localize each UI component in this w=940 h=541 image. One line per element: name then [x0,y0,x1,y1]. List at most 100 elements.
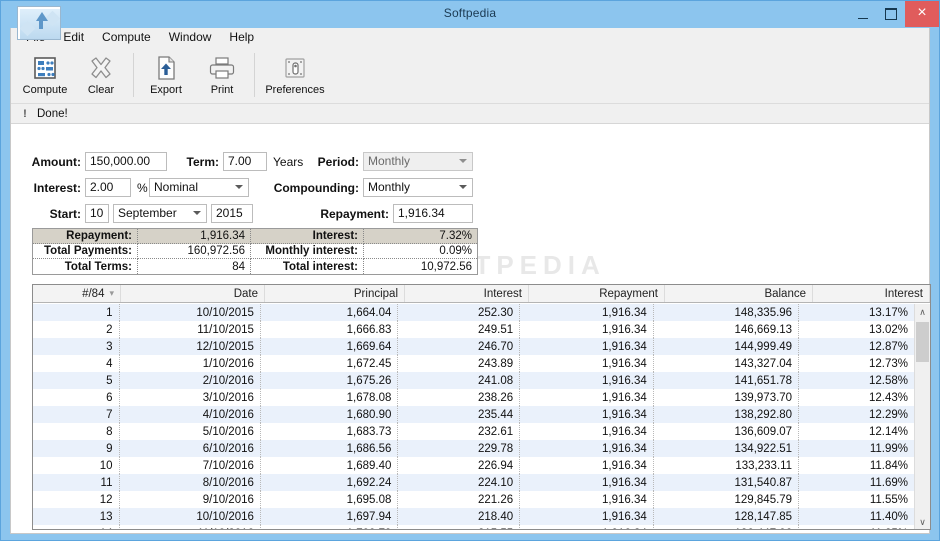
table-column-header-0[interactable]: #/84 ▾ [33,285,121,302]
start-day-input[interactable]: 10 [85,204,109,223]
preferences-button[interactable]: Preferences [259,51,331,101]
table-column-header-5[interactable]: Balance [665,285,813,302]
term-input[interactable]: 7.00 [223,152,267,171]
table-column-header-label: Interest [483,287,522,300]
summary-key-2-0: Total Terms: [33,259,138,274]
table-row[interactable]: 9 6/10/2016 1,686.56 229.78 1,916.34 134,922.… [33,440,914,457]
table-cell-interest: 12.58% [868,374,908,387]
table-cell-interest: 221.26 [398,491,521,508]
application-window: Softpedia File Edit Compute Window Help [0,0,940,541]
table-cell-balance: 129,845.79 [654,491,800,508]
repayment-input[interactable]: 1,916.34 [393,204,473,223]
table-row[interactable]: 3 12/10/2015 1,669.64 246.70 1,916.34 144,999… [33,338,914,355]
table-column-header-label: Date [233,287,258,300]
table-cell-repayment: 1,916.34 [520,406,654,423]
table-cell-interest: 12.43% [868,391,908,404]
print-button[interactable]: Print [194,51,250,101]
rate-type-select[interactable]: Nominal [149,178,249,197]
title-bar: Softpedia [1,1,939,28]
table-column-header-label: #/84 [82,287,105,300]
preferences-button-label: Preferences [265,84,325,96]
scrollbar-thumb[interactable] [916,322,929,362]
repayment-label: Repayment: [320,207,389,221]
table-column-header-2[interactable]: Principal [265,285,405,302]
amortization-table: #/84 ▾ Date Principal Interest Repayment Balan… [32,284,931,530]
close-button[interactable] [905,1,939,27]
compute-button-label: Compute [22,84,68,96]
table-cell-interest: 11.40% [869,510,908,523]
compounding-select[interactable]: Monthly [363,178,473,197]
table-row[interactable]: 2 11/10/2015 1,666.83 249.51 1,916.34 146,669… [33,321,914,338]
table-row[interactable]: 11 8/10/2016 1,692.24 224.10 1,916.34 131,540… [33,474,914,491]
period-select-value: Monthly [368,154,411,168]
table-row[interactable]: 7 4/10/2016 1,680.90 235.44 1,916.34 138,292.… [33,406,914,423]
table-row[interactable]: 1 10/10/2015 1,664.04 252.30 1,916.34 148,335… [33,304,914,321]
table-cell--84: 10 [33,457,120,474]
table-row[interactable]: 5 2/10/2016 1,675.26 241.08 1,916.34 141,651.… [33,372,914,389]
menu-item-compute[interactable]: Compute [93,28,160,47]
table-cell-principal: 1,683.73 [261,423,399,440]
table-row[interactable]: 4 1/10/2016 1,672.45 243.89 1,916.34 143,327.… [33,355,914,372]
table-cell-interest: 226.94 [398,457,521,474]
table-cell-principal: 1,675.26 [261,372,399,389]
table-cell-repayment: 1,916.34 [520,508,654,525]
maximize-button[interactable] [877,1,905,27]
export-button[interactable]: Export [138,51,194,101]
clear-button[interactable]: Clear [73,51,129,101]
table-row[interactable]: 8 5/10/2016 1,683.73 232.61 1,916.34 136,609.… [33,423,914,440]
table-cell-principal: 1,700.79 [261,525,399,529]
compute-icon [32,53,58,83]
table-column-header-4[interactable]: Repayment [529,285,665,302]
table-cell--84: 12 [33,491,120,508]
table-row[interactable]: 13 10/10/2016 1,697.94 218.40 1,916.34 128,14… [33,508,914,525]
table-cell--84: 1 [33,304,120,321]
table-cell-interest: 252.30 [398,304,521,321]
minimize-button[interactable] [849,1,877,27]
client-area: File Edit Compute Window Help [10,6,931,534]
table-cell-balance: 134,922.51 [654,440,800,457]
start-month-select[interactable]: September [113,204,207,223]
summary-value-0-3: 7.32% [364,229,477,244]
table-cell-interest: 13.02% [868,323,908,336]
summary-table: Repayment: 1,916.34 Interest: 7.32% Total Pa… [32,228,478,275]
years-label: Years [273,155,304,169]
summary-value-2-3: 10,972.56 [364,259,477,274]
scroll-down-button[interactable]: ∨ [915,514,930,529]
chevron-down-icon [235,185,243,189]
table-cell-balance: 136,609.07 [654,423,800,440]
menu-item-window[interactable]: Window [160,28,221,47]
compute-button[interactable]: Compute [17,51,73,101]
table-row[interactable]: 10 7/10/2016 1,689.40 226.94 1,916.34 133,233… [33,457,914,474]
toolbar-separator-1 [133,53,134,97]
table-column-header-6[interactable]: Interest [813,285,930,302]
table-cell-interest: 232.61 [398,423,521,440]
table-cell-interest: 249.51 [398,321,521,338]
table-cell-date: 7/10/2016 [120,457,261,474]
menu-item-help[interactable]: Help [220,28,263,47]
table-cell-repayment: 1,916.34 [520,304,654,321]
table-cell-date: 5/10/2016 [120,423,261,440]
period-select[interactable]: Monthly [363,152,473,171]
interest-input[interactable]: 2.00 [85,178,131,197]
table-cell-principal: 1,692.24 [261,474,399,491]
table-cell-principal: 1,680.90 [261,406,399,423]
print-button-label: Print [210,84,234,96]
table-row[interactable]: 6 3/10/2016 1,678.08 238.26 1,916.34 139,973.… [33,389,914,406]
table-cell-principal: 1,695.08 [261,491,399,508]
compounding-select-value: Monthly [368,180,411,194]
scroll-up-button[interactable]: ∧ [915,304,930,320]
preferences-icon [282,53,308,83]
table-column-header-1[interactable]: Date [121,285,265,302]
compounding-label: Compounding: [273,181,359,195]
table-cell--84: 14 [33,525,120,529]
vertical-scrollbar[interactable]: ∧ ∨ [914,304,930,529]
table-cell-repayment: 1,916.34 [520,440,654,457]
table-row[interactable]: 1411/10/20161,700.79215.551,916.34126,44… [33,525,914,529]
start-year-input[interactable]: 2015 [211,204,253,223]
table-cell-principal: 1,672.45 [261,355,399,372]
table-cell-repayment: 1,916.34 [520,423,654,440]
amount-input[interactable]: 150,000.00 [85,152,167,171]
table-column-header-3[interactable]: Interest [405,285,529,302]
table-cell-interest: 11.55% [869,493,908,506]
table-row[interactable]: 12 9/10/2016 1,695.08 221.26 1,916.34 129,845… [33,491,914,508]
